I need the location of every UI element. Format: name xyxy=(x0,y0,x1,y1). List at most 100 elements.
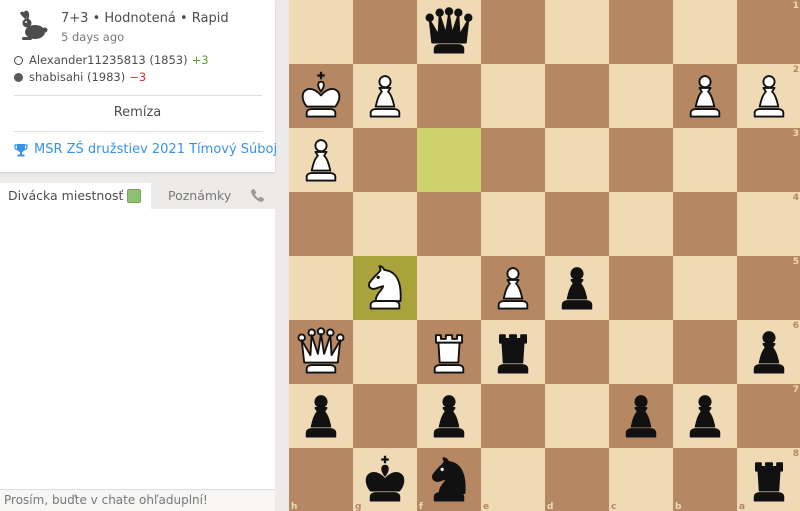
square-a5[interactable]: 5 xyxy=(737,256,800,320)
square-f8[interactable]: f xyxy=(417,448,481,511)
square-g5[interactable] xyxy=(353,256,417,320)
square-a4[interactable]: 4 xyxy=(737,192,800,256)
white-pawn-icon[interactable] xyxy=(293,132,349,188)
square-h2[interactable] xyxy=(289,64,353,128)
square-a1[interactable]: 1 xyxy=(737,0,800,64)
square-c1[interactable] xyxy=(609,0,673,64)
square-g1[interactable] xyxy=(353,0,417,64)
black-pawn-icon[interactable] xyxy=(741,324,797,380)
square-e1[interactable] xyxy=(481,0,545,64)
white-rook-icon[interactable] xyxy=(421,324,477,380)
black-pawn-icon[interactable] xyxy=(677,388,733,444)
square-e4[interactable] xyxy=(481,192,545,256)
square-e2[interactable] xyxy=(481,64,545,128)
square-e8[interactable]: e xyxy=(481,448,545,511)
square-g4[interactable] xyxy=(353,192,417,256)
square-a3[interactable]: 3 xyxy=(737,128,800,192)
white-player-link[interactable]: Alexander11235813 (1853) xyxy=(29,53,188,67)
black-pawn-icon[interactable] xyxy=(421,388,477,444)
square-d3[interactable] xyxy=(545,128,609,192)
white-pawn-icon[interactable] xyxy=(357,68,413,124)
square-b4[interactable] xyxy=(673,192,737,256)
square-g3[interactable] xyxy=(353,128,417,192)
square-e5[interactable] xyxy=(481,256,545,320)
tournament-link[interactable]: MSR ZŠ družstiev 2021 Tímový Súboj xyxy=(14,142,277,157)
square-e3[interactable] xyxy=(481,128,545,192)
black-pawn-icon[interactable] xyxy=(293,388,349,444)
square-g6[interactable] xyxy=(353,320,417,384)
square-c6[interactable] xyxy=(609,320,673,384)
square-c4[interactable] xyxy=(609,192,673,256)
black-player-link[interactable]: shabisahi (1983) xyxy=(29,70,125,84)
square-b7[interactable] xyxy=(673,384,737,448)
white-queen-icon[interactable] xyxy=(293,324,349,380)
white-pawn-icon[interactable] xyxy=(741,68,797,124)
square-a6[interactable]: 6 xyxy=(737,320,800,384)
white-circle-icon xyxy=(14,55,23,65)
square-f6[interactable] xyxy=(417,320,481,384)
square-b8[interactable]: b xyxy=(673,448,737,511)
game-info-card: 7+3 • Hodnotená • Rapid 5 days ago Alexa… xyxy=(0,0,277,172)
square-h7[interactable] xyxy=(289,384,353,448)
square-h3[interactable] xyxy=(289,128,353,192)
white-rating-diff: +3 xyxy=(191,53,209,67)
square-f5[interactable] xyxy=(417,256,481,320)
square-a8[interactable]: 8a xyxy=(737,448,800,511)
square-e6[interactable] xyxy=(481,320,545,384)
white-king-icon[interactable] xyxy=(293,68,349,124)
black-king-icon[interactable] xyxy=(357,452,413,508)
square-b5[interactable] xyxy=(673,256,737,320)
square-f3[interactable] xyxy=(417,128,481,192)
square-f7[interactable] xyxy=(417,384,481,448)
square-h5[interactable] xyxy=(289,256,353,320)
white-pawn-icon[interactable] xyxy=(485,260,541,316)
square-d2[interactable] xyxy=(545,64,609,128)
square-g7[interactable] xyxy=(353,384,417,448)
square-h4[interactable] xyxy=(289,192,353,256)
square-h1[interactable] xyxy=(289,0,353,64)
white-pawn-icon[interactable] xyxy=(677,68,733,124)
square-b1[interactable] xyxy=(673,0,737,64)
black-circle-icon xyxy=(14,72,23,82)
black-queen-icon[interactable] xyxy=(421,4,477,60)
square-c5[interactable] xyxy=(609,256,673,320)
tab-notes-label: Poznámky xyxy=(168,188,232,203)
square-f1[interactable] xyxy=(417,0,481,64)
square-g2[interactable] xyxy=(353,64,417,128)
square-d4[interactable] xyxy=(545,192,609,256)
square-g8[interactable]: g xyxy=(353,448,417,511)
square-h6[interactable] xyxy=(289,320,353,384)
square-d6[interactable] xyxy=(545,320,609,384)
black-rook-icon[interactable] xyxy=(741,452,797,508)
square-b2[interactable] xyxy=(673,64,737,128)
square-c2[interactable] xyxy=(609,64,673,128)
square-e7[interactable] xyxy=(481,384,545,448)
square-f4[interactable] xyxy=(417,192,481,256)
game-result: Remíza xyxy=(113,105,162,120)
black-pawn-icon[interactable] xyxy=(613,388,669,444)
tab-spectator-room[interactable]: Divácka miestnosť xyxy=(0,183,151,209)
square-d8[interactable]: d xyxy=(545,448,609,511)
square-c3[interactable] xyxy=(609,128,673,192)
square-d7[interactable] xyxy=(545,384,609,448)
square-b6[interactable] xyxy=(673,320,737,384)
white-knight-icon[interactable] xyxy=(357,260,413,316)
phone-icon[interactable] xyxy=(250,188,265,203)
chess-board[interactable]: 1234567 h gfedcb8a xyxy=(289,0,800,511)
file-label: h xyxy=(291,502,298,511)
square-c7[interactable] xyxy=(609,384,673,448)
square-a7[interactable]: 7 xyxy=(737,384,800,448)
black-pawn-icon[interactable] xyxy=(549,260,605,316)
square-f2[interactable] xyxy=(417,64,481,128)
black-rook-icon[interactable] xyxy=(485,324,541,380)
square-b3[interactable] xyxy=(673,128,737,192)
square-d5[interactable] xyxy=(545,256,609,320)
chat-toggle-checkbox[interactable] xyxy=(127,189,141,203)
black-knight-icon[interactable] xyxy=(421,452,477,508)
chat-input[interactable]: Prosím, buďte v chate ohľaduplní! xyxy=(0,489,275,511)
square-d1[interactable] xyxy=(545,0,609,64)
square-a2[interactable]: 2 xyxy=(737,64,800,128)
black-player-row: shabisahi (1983) −3 xyxy=(14,70,146,84)
square-h8[interactable]: h xyxy=(289,448,353,511)
square-c8[interactable]: c xyxy=(609,448,673,511)
